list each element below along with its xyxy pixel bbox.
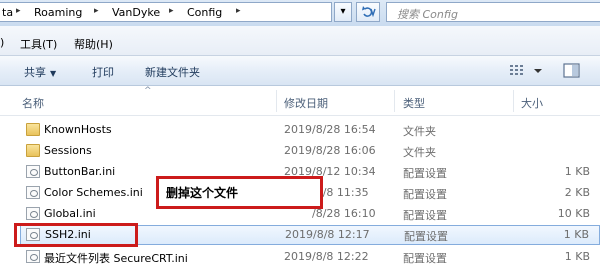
file-name: ButtonBar.ini — [44, 165, 116, 178]
file-date: 2019/8/28 16:54 — [284, 123, 376, 136]
file-name: Sessions — [44, 144, 92, 157]
column-header: ^ 名称 修改日期 类型 大小 — [0, 86, 600, 116]
file-name: 最近文件列表 SecureCRT.ini — [44, 252, 188, 265]
file-type: 配置设置 — [404, 230, 448, 243]
preview-pane-button[interactable] — [562, 62, 582, 80]
share-button-label: 共享 — [24, 66, 46, 79]
file-name: Global.ini — [44, 207, 96, 220]
view-icon — [510, 65, 542, 75]
file-type: 文件夹 — [403, 125, 436, 138]
column-divider[interactable] — [276, 90, 277, 112]
preview-pane-icon — [563, 63, 580, 78]
file-type: 配置设置 — [403, 252, 447, 265]
annotation-highlight-box — [14, 223, 138, 247]
menu-item-view-partial[interactable]: ) — [0, 36, 4, 49]
file-type: 配置设置 — [403, 188, 447, 201]
chevron-down-icon: ▾ — [340, 6, 346, 17]
sort-ascending-icon: ^ — [144, 86, 152, 96]
address-bar[interactable]: ta ▸ Roaming ▸ VanDyke ▸ Config ▸ — [0, 2, 332, 22]
share-button[interactable]: 共享 ▼ — [24, 64, 56, 80]
folder-icon — [26, 144, 40, 157]
menu-item-tools[interactable]: 工具(T) — [20, 36, 57, 52]
command-bar: 共享 ▼ 打印 新建文件夹 — [0, 56, 600, 86]
file-type: 文件夹 — [403, 146, 436, 159]
file-size: 2 KB — [564, 186, 590, 199]
file-name: KnownHosts — [44, 123, 112, 136]
breadcrumb-vandyke[interactable]: VanDyke — [112, 6, 160, 19]
list-item[interactable]: KnownHosts 2019/8/28 16:54 文件夹 — [20, 120, 600, 140]
search-placeholder: 搜索 Config — [397, 8, 458, 21]
column-size[interactable]: 大小 — [521, 95, 543, 111]
list-item[interactable]: Sessions 2019/8/28 16:06 文件夹 — [20, 141, 600, 161]
dropdown-arrow-icon: ▼ — [50, 69, 57, 78]
file-size: 1 KB — [564, 165, 590, 178]
new-folder-button[interactable]: 新建文件夹 — [145, 64, 200, 80]
file-date: 2019/8/8 12:17 — [285, 228, 370, 241]
print-button[interactable]: 打印 — [92, 64, 114, 80]
column-divider[interactable] — [394, 90, 395, 112]
ini-file-icon — [26, 186, 40, 199]
annotation-callout: 删掉这个文件 — [156, 176, 323, 209]
list-item[interactable]: 最近文件列表 SecureCRT.ini 2019/8/8 12:22 配置设置… — [20, 247, 600, 267]
column-name[interactable]: 名称 — [22, 95, 44, 111]
ini-file-icon — [26, 250, 40, 263]
file-size: 1 KB — [564, 250, 590, 263]
folder-icon — [26, 123, 40, 136]
file-date: 2019/8/8 12:22 — [284, 250, 369, 263]
file-size: 1 KB — [563, 228, 589, 241]
breadcrumb-separator[interactable]: ▸ — [94, 6, 99, 16]
menu-item-help[interactable]: 帮助(H) — [74, 36, 113, 52]
refresh-icon — [362, 6, 376, 18]
breadcrumb-separator[interactable]: ▸ — [236, 6, 241, 16]
file-type: 配置设置 — [403, 209, 447, 222]
file-type: 配置设置 — [403, 167, 447, 180]
ini-file-icon — [26, 207, 40, 220]
breadcrumb-appdata[interactable]: ta — [2, 6, 13, 19]
column-type[interactable]: 类型 — [403, 95, 425, 111]
file-name: Color Schemes.ini — [44, 186, 143, 199]
ini-file-icon — [26, 165, 40, 178]
breadcrumb-separator[interactable]: ▸ — [169, 6, 174, 16]
address-bar-row: ta ▸ Roaming ▸ VanDyke ▸ Config ▸ ▾ 搜索 C… — [0, 0, 600, 26]
address-history-dropdown[interactable]: ▾ — [334, 2, 352, 22]
column-date[interactable]: 修改日期 — [284, 95, 328, 111]
breadcrumb-separator[interactable]: ▸ — [16, 6, 21, 16]
column-divider[interactable] — [513, 90, 514, 112]
breadcrumb-config[interactable]: Config — [187, 6, 222, 19]
refresh-button[interactable] — [356, 2, 380, 22]
file-date: 2019/8/28 16:06 — [284, 144, 376, 157]
view-options-button[interactable] — [508, 63, 546, 79]
annotation-text: 删掉这个文件 — [166, 186, 239, 200]
search-input[interactable]: 搜索 Config — [386, 2, 600, 22]
file-size: 10 KB — [557, 207, 590, 220]
menu-bar: ) 工具(T) 帮助(H) — [0, 26, 600, 56]
breadcrumb-roaming[interactable]: Roaming — [34, 6, 82, 19]
